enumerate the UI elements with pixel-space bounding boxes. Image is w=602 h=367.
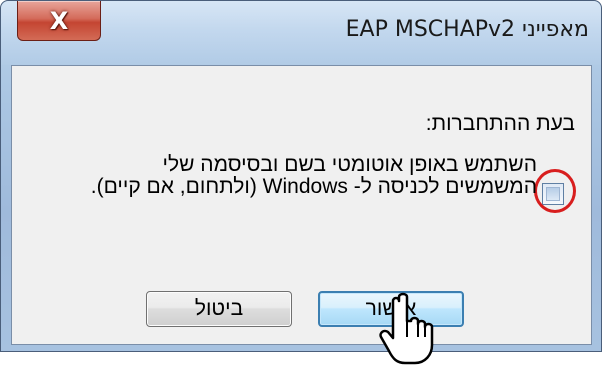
window-title: מאפייני EAP MSCHAPv2 [345,17,589,42]
dialog-window: מאפייני EAP MSCHAPv2 X בעת ההתחברות: השת… [0,0,602,365]
title-bar: מאפייני EAP MSCHAPv2 X [1,1,601,65]
cancel-button[interactable]: ביטול [146,291,292,327]
checkbox-box [546,187,560,201]
dialog-content: בעת ההתחברות: השתמש באופן אוטומטי בשם וב… [11,65,592,365]
connection-heading: בעת ההתחברות: [425,112,575,135]
close-button[interactable]: X [17,1,101,41]
auto-logon-checkbox[interactable] [542,183,564,205]
hand-pointer-icon [379,292,434,365]
auto-logon-label[interactable]: השתמש באופן אוטומטי בשם ובסיסמה שלי המשמ… [77,154,537,198]
close-icon: X [49,6,69,35]
